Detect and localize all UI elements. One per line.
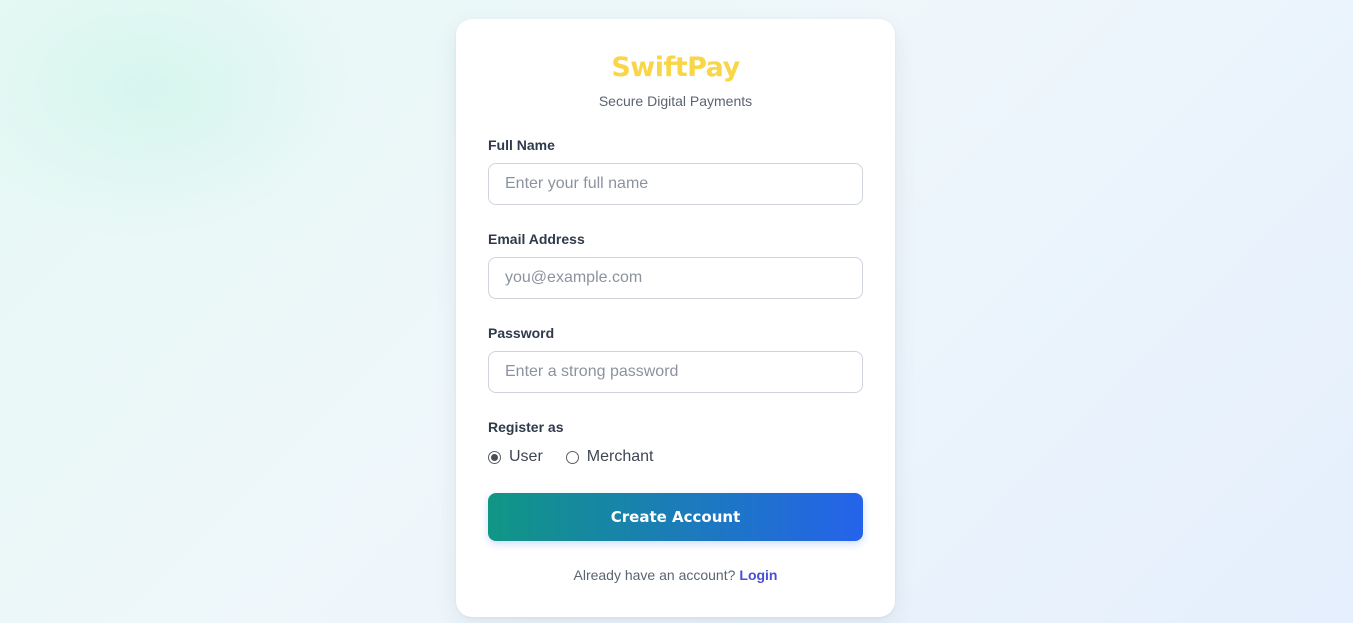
radio-user-label: User [509,448,543,465]
password-input[interactable] [488,351,863,393]
radio-selected-dot [491,453,498,461]
full-name-input[interactable] [488,163,863,205]
create-account-button[interactable]: Create Account [488,493,863,541]
radio-user[interactable] [488,450,501,464]
brand-tagline: Secure Digital Payments [598,93,753,109]
email-input[interactable] [488,257,863,299]
radio-merchant-label: Merchant [586,448,654,465]
register-as-label: Register as [488,419,564,435]
login-link[interactable]: Login [739,567,777,583]
radio-option-user[interactable]: User [488,448,543,466]
background-glow [0,0,360,240]
email-label: Email Address [488,231,585,247]
register-as-radio-group: User Merchant [488,447,653,467]
radio-option-merchant[interactable]: Merchant [565,448,654,466]
signup-card: SwiftPay Secure Digital Payments Full Na… [456,19,895,617]
login-prompt-text: Already have an account? [573,567,736,583]
radio-merchant[interactable] [565,450,579,464]
password-label: Password [488,325,555,341]
full-name-label: Full Name [488,137,555,153]
brand-logo: SwiftPay [611,52,740,83]
login-prompt: Already have an account? Login [456,567,895,583]
